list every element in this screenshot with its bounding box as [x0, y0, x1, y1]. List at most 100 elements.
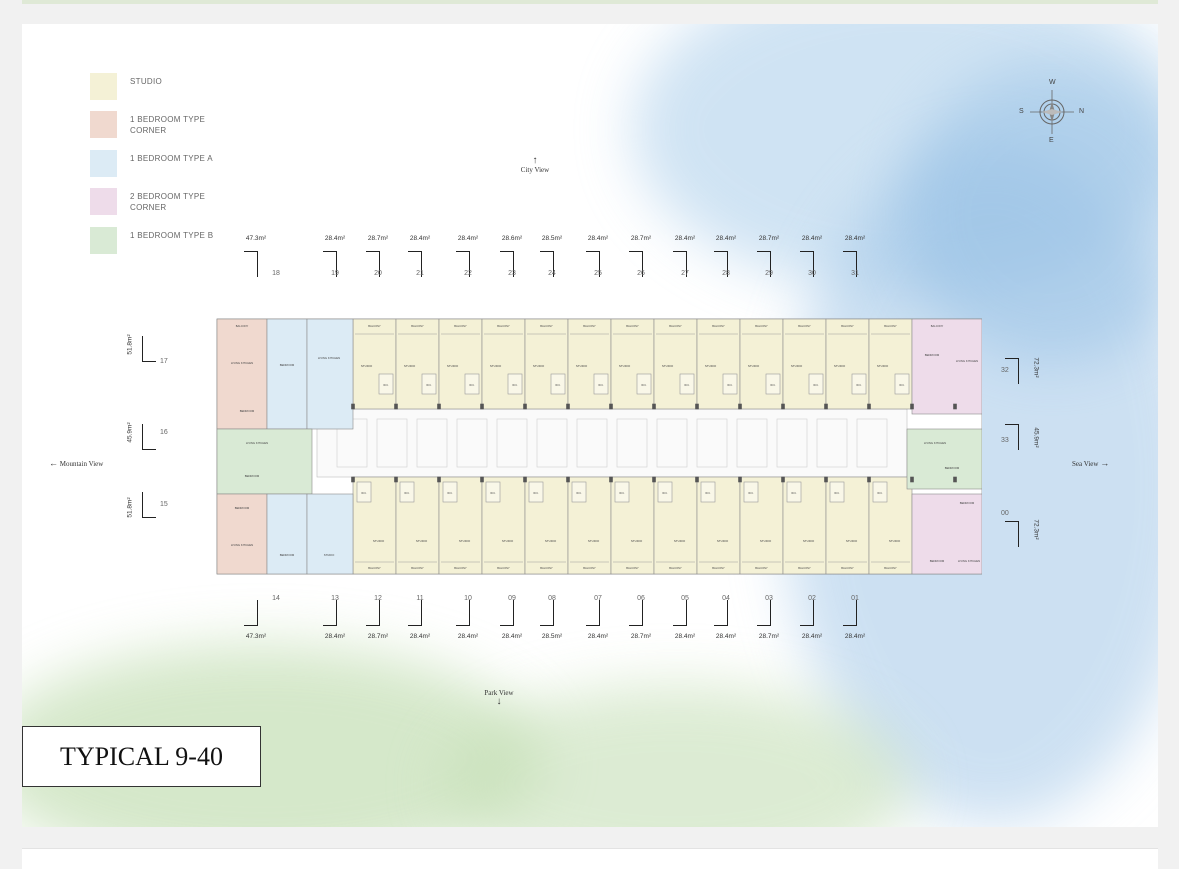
park-view-label: Park View ↓: [484, 689, 514, 707]
studio-unit: [481, 318, 526, 410]
studio-label: STUDIO: [674, 539, 686, 543]
wc-label: W.C.: [576, 491, 582, 495]
studio-unit: [352, 318, 397, 410]
studio-label: STUDIO: [662, 364, 674, 368]
column: [824, 403, 828, 410]
left-unit-number: 15: [160, 501, 168, 508]
studio-unit: [395, 318, 440, 410]
studio-unit: [438, 318, 483, 410]
column: [953, 403, 957, 410]
wc-label: W.C.: [598, 383, 604, 387]
studio-label: STUDIO: [619, 364, 631, 368]
column: [351, 476, 355, 483]
bedroom-label: BEDROOM: [240, 409, 255, 413]
bottom-unit-area: 28.4m²: [501, 633, 523, 640]
next-page-edge: [22, 848, 1158, 869]
top-unit-number: 27: [681, 270, 689, 277]
balcony-label: BALCONY: [884, 324, 897, 328]
studio-label: STUDIO: [324, 553, 335, 557]
column: [910, 476, 914, 483]
column: [351, 403, 355, 410]
compass-w: W: [1049, 79, 1056, 86]
wc-label: W.C.: [619, 491, 625, 495]
bottom-unit-bracket: [408, 600, 422, 626]
bottom-unit-bracket: [540, 600, 554, 626]
bedroom-label: BEDROOM: [925, 353, 940, 357]
studio-label: STUDIO: [459, 539, 471, 543]
studio-unit: [524, 318, 569, 410]
left-unit-number: 17: [160, 358, 168, 365]
column: [652, 476, 656, 483]
living-label: LIVING KITCHEN: [924, 441, 946, 445]
bottom-unit-number: 14: [272, 595, 280, 602]
up-arrow-icon: ↑: [532, 155, 538, 166]
balcony-label: BALCONY: [712, 324, 725, 328]
bottom-unit-bracket: [629, 600, 643, 626]
balcony-label: BALCONY: [368, 324, 381, 328]
top-unit-bracket: [244, 251, 258, 277]
legend-label: 1 BEDROOM TYPE CORNER: [130, 115, 206, 135]
wc-label: W.C.: [899, 383, 905, 387]
right-unit-number: 00: [1001, 510, 1009, 517]
legend-label: 1 BEDROOM TYPE B: [130, 231, 214, 240]
legend-2br-corner: 2 BEDROOM TYPE CORNER: [90, 188, 220, 215]
wc-label: W.C.: [555, 383, 561, 387]
legend-label: 2 BEDROOM TYPE CORNER: [130, 192, 206, 212]
balcony-label: BALCONY: [755, 566, 768, 570]
left-unit-area: 51.8m²: [126, 497, 134, 518]
wc-label: W.C.: [791, 491, 797, 495]
legend-1br-corner: 1 BEDROOM TYPE CORNER: [90, 111, 220, 138]
studio-label: STUDIO: [760, 539, 772, 543]
wc-label: W.C.: [813, 383, 819, 387]
balcony-label: BALCONY: [841, 566, 854, 570]
bottom-unit-area: 28.7m²: [630, 633, 652, 640]
wc-label: W.C.: [490, 491, 496, 495]
city-view-text: City View: [520, 166, 550, 174]
studio-label: STUDIO: [576, 364, 588, 368]
bottom-unit-area: 28.4m²: [674, 633, 696, 640]
studio-label: STUDIO: [834, 364, 846, 368]
right-unit-area: 72.3m²: [1032, 357, 1040, 378]
studio-label: STUDIO: [404, 364, 416, 368]
sea-view-label: Sea View →: [1072, 458, 1109, 468]
balcony-label: BALCONY: [755, 324, 768, 328]
top-unit-area: 28.7m²: [630, 235, 652, 242]
living-label: LIVING KITCHEN: [246, 441, 268, 445]
column: [738, 476, 742, 483]
bottom-unit-area: 28.4m²: [587, 633, 609, 640]
bottom-unit-bracket: [500, 600, 514, 626]
balcony-label: BALCONY: [669, 566, 682, 570]
column: [566, 403, 570, 410]
bottom-unit-area: 28.7m²: [367, 633, 389, 640]
top-unit-area: 28.4m²: [457, 235, 479, 242]
left-bracket: [142, 336, 156, 362]
studio-unit: [696, 318, 741, 410]
bottom-unit-bracket: [800, 600, 814, 626]
top-unit-number: 19: [331, 270, 339, 277]
column: [609, 476, 613, 483]
balcony-label: BALCONY: [798, 324, 811, 328]
bedroom-label: BEDROOM: [280, 553, 295, 557]
legend-swatch: [90, 111, 117, 138]
legend-label: STUDIO: [130, 77, 163, 86]
bottom-unit-area: 28.4m²: [715, 633, 737, 640]
top-unit-number: 30: [808, 270, 816, 277]
column: [609, 403, 613, 410]
top-unit-area: 28.5m²: [541, 235, 563, 242]
column: [523, 476, 527, 483]
bottom-unit-bracket: [323, 600, 337, 626]
compass-s: S: [1019, 108, 1024, 115]
wc-label: W.C.: [361, 491, 367, 495]
right-arrow-icon: →: [1100, 458, 1110, 468]
compass-e: E: [1049, 137, 1054, 144]
balcony-label: BALCONY: [841, 324, 854, 328]
balcony-label: BALCONY: [540, 324, 553, 328]
right-bracket: [1005, 521, 1019, 547]
balcony-label: BALCONY: [454, 566, 467, 570]
balcony-label: BALCONY: [712, 566, 725, 570]
right-unit-number: 33: [1001, 437, 1009, 444]
compass-n: N: [1079, 108, 1085, 115]
top-unit-area: 28.4m²: [801, 235, 823, 242]
bottom-unit-area: 28.4m²: [457, 633, 479, 640]
right-unit-number: 32: [1001, 367, 1009, 374]
